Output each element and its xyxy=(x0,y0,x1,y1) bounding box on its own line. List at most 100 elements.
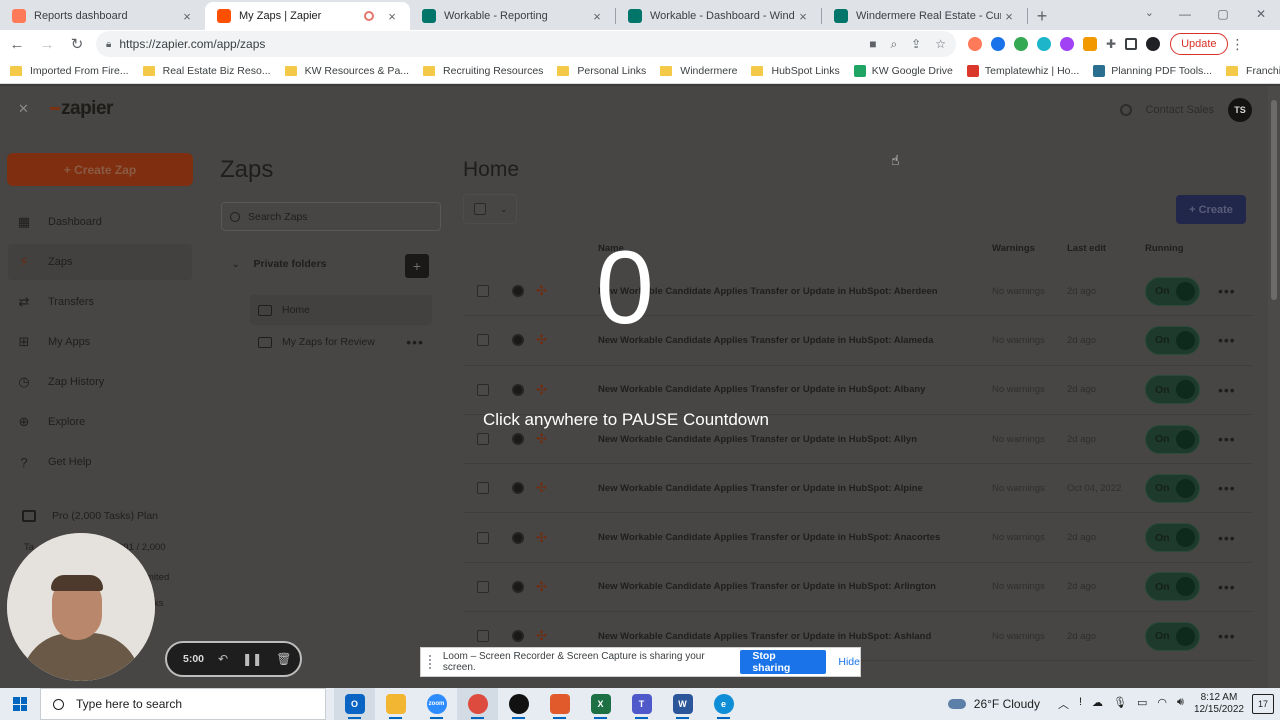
sidebar-item-get-help[interactable]: ? Get Help xyxy=(8,444,192,480)
word-taskbar-button[interactable]: W xyxy=(662,688,703,720)
maximize-icon[interactable]: ▢ xyxy=(1204,0,1242,28)
chevron-down-icon[interactable]: ⌄ xyxy=(500,204,508,215)
bulk-select-dropdown[interactable]: ⌄ xyxy=(463,194,517,224)
hide-link[interactable]: Hide xyxy=(838,656,860,668)
bookmark-item[interactable]: Templatewhiz | Ho... xyxy=(966,64,1079,77)
more-options-icon[interactable]: ••• xyxy=(1218,628,1236,644)
app-6-taskbar-button[interactable] xyxy=(539,688,580,720)
trash-icon[interactable]: 🗑︎ xyxy=(276,652,291,666)
tab-close-icon[interactable]: × xyxy=(384,8,400,24)
add-folder-button[interactable]: + xyxy=(405,254,429,278)
profile-icon[interactable] xyxy=(1146,37,1161,51)
sidebar-item-my-apps[interactable]: ⊞ My Apps xyxy=(8,324,192,360)
tab-close-icon[interactable]: × xyxy=(589,8,605,24)
extension-blue-icon[interactable] xyxy=(991,37,1005,51)
table-row[interactable]: ✣ New Workable Candidate Applies Transfer… xyxy=(463,513,1253,563)
page-scrollbar[interactable] xyxy=(1268,86,1280,688)
chevron-down-icon[interactable]: ⌄ xyxy=(232,259,240,270)
excel-taskbar-button[interactable]: X xyxy=(580,688,621,720)
wifi-icon[interactable]: ◠ xyxy=(1157,696,1167,712)
more-options-icon[interactable]: ••• xyxy=(406,334,424,350)
table-row[interactable]: ✣ New Workable Candidate Applies Transfer… xyxy=(463,267,1253,317)
tab-close-icon[interactable]: × xyxy=(1001,8,1017,24)
minimize-icon[interactable]: — xyxy=(1166,0,1204,28)
chevron-up-icon[interactable]: ︿ xyxy=(1058,696,1069,712)
side-panel-icon[interactable] xyxy=(1125,38,1138,50)
row-checkbox[interactable] xyxy=(477,531,489,544)
lock-icon[interactable]: 🔒︎ xyxy=(106,39,111,50)
table-row[interactable]: ✣ New Workable Candidate Applies Transfer… xyxy=(463,316,1253,366)
bookmark-item[interactable]: Real Estate Biz Reso... xyxy=(142,65,271,77)
scrollbar-thumb[interactable] xyxy=(1271,100,1277,300)
row-checkbox[interactable] xyxy=(477,383,489,396)
taskbar-search-input[interactable]: Type here to search xyxy=(40,688,326,720)
zap-name[interactable]: New Workable Candidate Applies Transfer … xyxy=(598,384,925,395)
col-warnings[interactable]: Warnings xyxy=(992,243,1035,254)
table-row[interactable]: ✣ New Workable Candidate Applies Transfer… xyxy=(463,366,1253,415)
zap-running-toggle[interactable]: On xyxy=(1145,276,1200,306)
bookmark-item[interactable]: KW Google Drive xyxy=(853,64,953,77)
folder-item[interactable]: Home xyxy=(250,295,432,325)
bookmark-star-icon[interactable]: ☆ xyxy=(935,37,946,52)
edge-taskbar-button[interactable]: e xyxy=(703,688,744,720)
zap-name[interactable]: New Workable Candidate Applies Transfer … xyxy=(598,434,917,445)
row-checkbox[interactable] xyxy=(477,334,489,347)
clock[interactable]: 8:12 AM 12/15/2022 xyxy=(1194,692,1244,716)
address-bar[interactable]: 🔒︎ https://zapier.com/app/zaps ■ ⌕ ⇪ ☆ xyxy=(96,31,956,57)
weather-widget[interactable]: 26°F Cloudy xyxy=(947,697,1040,711)
row-checkbox[interactable] xyxy=(477,433,489,446)
more-options-icon[interactable]: ••• xyxy=(1218,332,1236,348)
extension-purple-icon[interactable] xyxy=(1060,37,1074,51)
more-options-icon[interactable]: ••• xyxy=(1218,579,1236,595)
row-checkbox[interactable] xyxy=(477,580,489,593)
create-button[interactable]: + Create xyxy=(1176,195,1246,224)
avatar[interactable]: TS xyxy=(1228,98,1252,122)
close-window-icon[interactable]: ✕ xyxy=(1242,0,1280,28)
zap-running-toggle[interactable]: On xyxy=(1145,424,1200,454)
zap-name[interactable]: New Workable Candidate Applies Transfer … xyxy=(598,532,940,543)
zoom-taskbar-button[interactable]: zoom xyxy=(416,688,457,720)
microphone-icon[interactable]: 🎙︎ xyxy=(1113,696,1127,712)
onedrive-icon[interactable]: ☁ xyxy=(1092,696,1103,712)
alert-icon[interactable]: ! xyxy=(1079,696,1082,712)
start-button[interactable] xyxy=(0,688,40,720)
zap-running-toggle[interactable]: On xyxy=(1145,325,1200,355)
undo-icon[interactable]: ↶ xyxy=(218,652,228,666)
webcam-bubble[interactable] xyxy=(7,533,155,681)
row-checkbox[interactable] xyxy=(477,630,489,643)
new-tab-button[interactable]: + xyxy=(1028,2,1056,30)
reload-icon[interactable]: ↻ xyxy=(64,31,90,57)
bookmark-item[interactable]: HubSpot Links xyxy=(751,65,840,77)
forward-icon[interactable]: → xyxy=(34,31,60,57)
tab-close-icon[interactable]: × xyxy=(179,8,195,24)
browser-menu-icon[interactable]: ⋮ xyxy=(1228,36,1248,53)
row-checkbox[interactable] xyxy=(477,482,489,495)
more-options-icon[interactable]: ••• xyxy=(1218,530,1236,546)
bookmark-item[interactable]: Planning PDF Tools... xyxy=(1093,64,1212,77)
sidebar-item-zaps[interactable]: ⚡ Zaps xyxy=(8,244,192,280)
hubspot-extension-icon[interactable] xyxy=(968,37,982,51)
table-row[interactable]: ✣ New Workable Candidate Applies Transfer… xyxy=(463,464,1253,514)
update-button[interactable]: Update xyxy=(1170,33,1228,55)
zap-name[interactable]: New Workable Candidate Applies Transfer … xyxy=(598,483,923,494)
zap-running-toggle[interactable]: On xyxy=(1145,473,1200,503)
pause-countdown-text[interactable]: Click anywhere to PAUSE Countdown xyxy=(483,410,769,430)
bookmark-item[interactable]: KW Resources & Pa... xyxy=(284,65,409,77)
countdown-number[interactable]: 0 xyxy=(596,236,654,340)
col-running[interactable]: Running xyxy=(1145,243,1184,254)
notification-center-icon[interactable]: 17 xyxy=(1252,694,1274,714)
tab-close-icon[interactable]: × xyxy=(795,8,811,24)
stop-sharing-button[interactable]: Stop sharing xyxy=(740,650,827,674)
row-checkbox[interactable] xyxy=(477,285,489,298)
outlook-taskbar-button[interactable]: O xyxy=(334,688,375,720)
bookmark-item[interactable]: Recruiting Resources xyxy=(423,65,543,77)
bookmark-item[interactable]: Imported From Fire... xyxy=(10,65,129,77)
close-sidebar-icon[interactable]: ✕ xyxy=(18,101,29,117)
sidebar-item-transfers[interactable]: ⇄ Transfers xyxy=(8,284,192,320)
sidebar-item-dashboard[interactable]: ▦ Dashboard xyxy=(8,204,192,240)
chrome-taskbar-button[interactable] xyxy=(457,688,498,720)
more-options-icon[interactable]: ••• xyxy=(1218,480,1236,496)
zapier-logo[interactable]: zapier xyxy=(50,98,113,120)
bookmark-item[interactable]: Personal Links xyxy=(557,65,646,77)
create-zap-button[interactable]: + Create Zap xyxy=(7,153,193,186)
